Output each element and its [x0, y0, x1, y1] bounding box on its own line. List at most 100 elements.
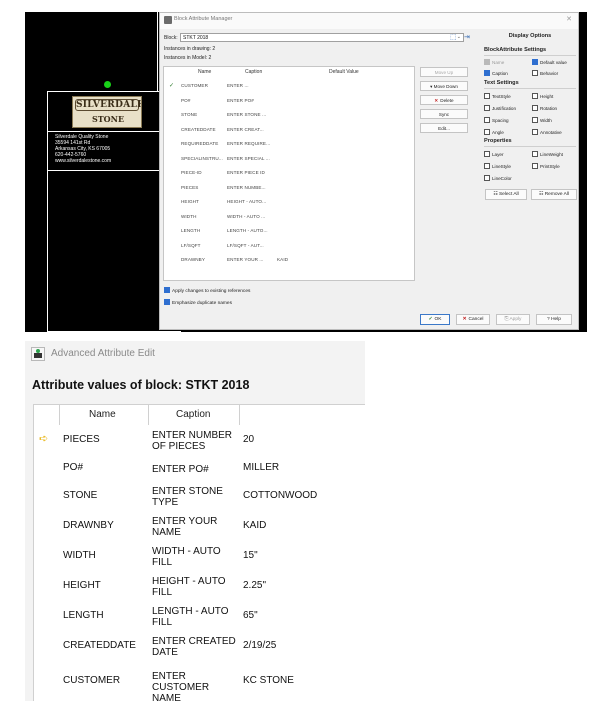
divider — [484, 146, 576, 147]
table-row[interactable]: WIDTH WIDTH - AUTO FILL 15" — [34, 541, 366, 571]
cad-grip-point[interactable] — [104, 81, 111, 88]
table-row[interactable]: PIECE-ID ENTER PIECE ID — [164, 167, 414, 181]
table-row[interactable]: DRAWNBY ENTER YOUR NAME KAID — [34, 511, 366, 541]
dialog-titlebar[interactable]: Block Attribute Manager ✕ — [160, 13, 578, 29]
logo-line2: STONE — [91, 114, 125, 124]
attribute-value-input[interactable]: MILLER — [243, 462, 279, 473]
attribute-value-input[interactable]: COTTONWOOD — [243, 490, 317, 501]
table-row[interactable]: PO# ENTER PO# — [164, 95, 414, 109]
move-up-button[interactable]: Move Up — [420, 67, 468, 77]
printstyle-checkbox[interactable]: PrintStyle — [532, 163, 560, 169]
column-header-default[interactable]: Default Value — [329, 69, 359, 75]
instances-in-model: Instances in Model: 2 — [164, 55, 212, 61]
lineweight-label: LineWeight — [540, 152, 563, 157]
attribute-caption-cell: LENGTH - AUTO... — [227, 228, 268, 233]
attribute-name-cell: SPECIALINSTRU... — [181, 155, 223, 161]
table-row[interactable]: STONE ENTER STONE ... — [164, 109, 414, 123]
default-value-checkbox[interactable]: Default value — [532, 59, 567, 65]
attribute-value-input[interactable]: 65" — [243, 610, 258, 621]
column-header-caption[interactable]: Caption — [176, 409, 210, 420]
select-objects-icon[interactable]: ⇥ — [464, 33, 470, 41]
caption-checkbox[interactable]: Caption — [484, 70, 508, 76]
table-row[interactable]: WIDTH WIDTH - AUTO ... — [164, 211, 414, 225]
block-select[interactable]: STKT 2018 ⌄ — [180, 33, 464, 42]
remove-all-button[interactable]: ☷ Remove All — [531, 189, 577, 200]
attribute-name-cell: HEIGHT — [181, 199, 199, 204]
cancel-button[interactable]: ✕ Cancel — [456, 314, 490, 325]
table-row[interactable]: REQUIREDDATE ENTER REQUIRE... — [164, 138, 414, 152]
width-checkbox[interactable]: Width — [532, 117, 552, 123]
attribute-caption-cell: ENTER CREAT... — [227, 126, 264, 132]
attribute-value-input[interactable]: KC STONE — [243, 675, 294, 686]
attribute-value-input[interactable]: 20 — [243, 434, 254, 445]
company-logo: SILVERDALE STONE — [72, 96, 142, 128]
table-row[interactable]: CUSTOMER ENTER CUSTOMER NAME KC STONE — [34, 661, 366, 701]
name-checkbox[interactable]: Name — [484, 59, 504, 65]
apply-button[interactable]: ⎘ Apply — [496, 314, 530, 325]
edit-button[interactable]: Edit... — [420, 123, 468, 133]
rotation-label: Rotation — [540, 106, 558, 111]
table-row[interactable]: DRAWNBY ENTER YOUR ... KAID — [164, 254, 414, 268]
attribute-value-input[interactable]: 2/19/25 — [243, 640, 276, 651]
textstyle-checkbox[interactable]: TextStyle — [484, 93, 511, 99]
help-button[interactable]: ? Help — [536, 314, 572, 325]
rotation-checkbox[interactable]: Rotation — [532, 105, 557, 111]
linestyle-checkbox[interactable]: LineStyle — [484, 163, 511, 169]
check-icon: ✓ — [428, 317, 433, 322]
table-row[interactable]: PO# ENTER PO# MILLER — [34, 455, 366, 481]
attribute-caption-cell: ENTER STONE TYPE — [152, 486, 223, 508]
sync-button[interactable]: Sync — [420, 109, 468, 119]
pick-block-icon[interactable]: ⬚ — [450, 33, 457, 41]
help-label: Help — [551, 317, 561, 322]
apply-changes-checkbox[interactable]: Apply changes to existing references — [164, 287, 250, 294]
table-row[interactable]: HEIGHT HEIGHT - AUTO... — [164, 196, 414, 210]
table-row[interactable]: SPECIALINSTRU... ENTER SPECIAL ... — [164, 153, 414, 167]
attribute-value-input[interactable]: KAID — [243, 520, 266, 531]
height-checkbox[interactable]: Height — [532, 93, 553, 99]
move-down-button[interactable]: ▾ Move Down — [420, 81, 468, 91]
table-row[interactable]: CREATEDDATE ENTER CREATED DATE 2/19/25 — [34, 631, 366, 661]
lineweight-checkbox[interactable]: LineWeight — [532, 151, 563, 157]
table-row[interactable]: LENGTH LENGTH - AUTO... — [164, 225, 414, 239]
attribute-caption-cell: ENTER PIECE ID — [227, 170, 265, 175]
attribute-default-cell: KAID — [277, 257, 289, 262]
table-row[interactable]: LF/SQFT LF/SQFT - AUT... — [164, 240, 414, 254]
height-label: Height — [540, 94, 554, 99]
table-row[interactable]: HEIGHT HEIGHT - AUTO FILL 2.25" — [34, 571, 366, 601]
table-row[interactable]: ➪ PIECES ENTER NUMBER OF PIECES 20 — [34, 425, 366, 455]
column-divider — [239, 405, 240, 425]
annotative-checkbox[interactable]: Annotative — [532, 129, 562, 135]
attribute-name-cell: PO# — [63, 462, 84, 473]
linecolor-checkbox[interactable]: LineColor — [484, 175, 512, 181]
default-value-label: Default value — [540, 60, 567, 65]
justification-checkbox[interactable]: Justification — [484, 105, 516, 111]
emphasize-duplicates-checkbox[interactable]: Emphasize duplicate names — [164, 299, 232, 306]
attribute-value-input[interactable]: 15" — [243, 550, 258, 561]
move-down-label: Move Down — [433, 84, 458, 89]
attribute-name-cell: WIDTH — [63, 550, 96, 561]
layer-checkbox[interactable]: Layer — [484, 151, 504, 157]
table-row[interactable]: LENGTH LENGTH - AUTO FILL 65" — [34, 601, 366, 631]
attribute-value-input[interactable]: 2.25" — [243, 580, 266, 591]
behavior-checkbox[interactable]: Behavior — [532, 70, 558, 76]
table-row[interactable]: STONE ENTER STONE TYPE COTTONWOOD — [34, 481, 366, 511]
select-all-button[interactable]: ☷ Select All — [485, 189, 527, 200]
column-header-caption[interactable]: Caption — [245, 69, 262, 75]
table-row[interactable]: PIECES ENTER NUMBE... — [164, 182, 414, 196]
attribute-caption-cell: ENTER CUSTOMER NAME — [152, 671, 210, 701]
block-attribute-icon — [164, 16, 172, 24]
table-row[interactable]: CREATEDDATE ENTER CREAT... — [164, 124, 414, 138]
attribute-caption-cell: ENTER NUMBE... — [227, 184, 266, 190]
attribute-caption-cell: ENTER CREATED DATE — [152, 636, 236, 658]
current-row-arrow-icon: ➪ — [39, 433, 49, 445]
close-icon[interactable]: ✕ — [566, 15, 572, 23]
cancel-label: Cancel — [468, 317, 484, 322]
angle-checkbox[interactable]: Angle — [484, 129, 504, 135]
table-row[interactable]: ✓ CUSTOMER ENTER ... — [164, 80, 414, 94]
column-header-name[interactable]: Name — [198, 69, 211, 75]
delete-button[interactable]: ✕ Delete — [420, 95, 468, 105]
spacing-checkbox[interactable]: Spacing — [484, 117, 509, 123]
column-header-name[interactable]: Name — [89, 409, 116, 420]
ok-button[interactable]: ✓ OK — [420, 314, 450, 325]
attribute-name-cell: WIDTH — [181, 213, 197, 219]
